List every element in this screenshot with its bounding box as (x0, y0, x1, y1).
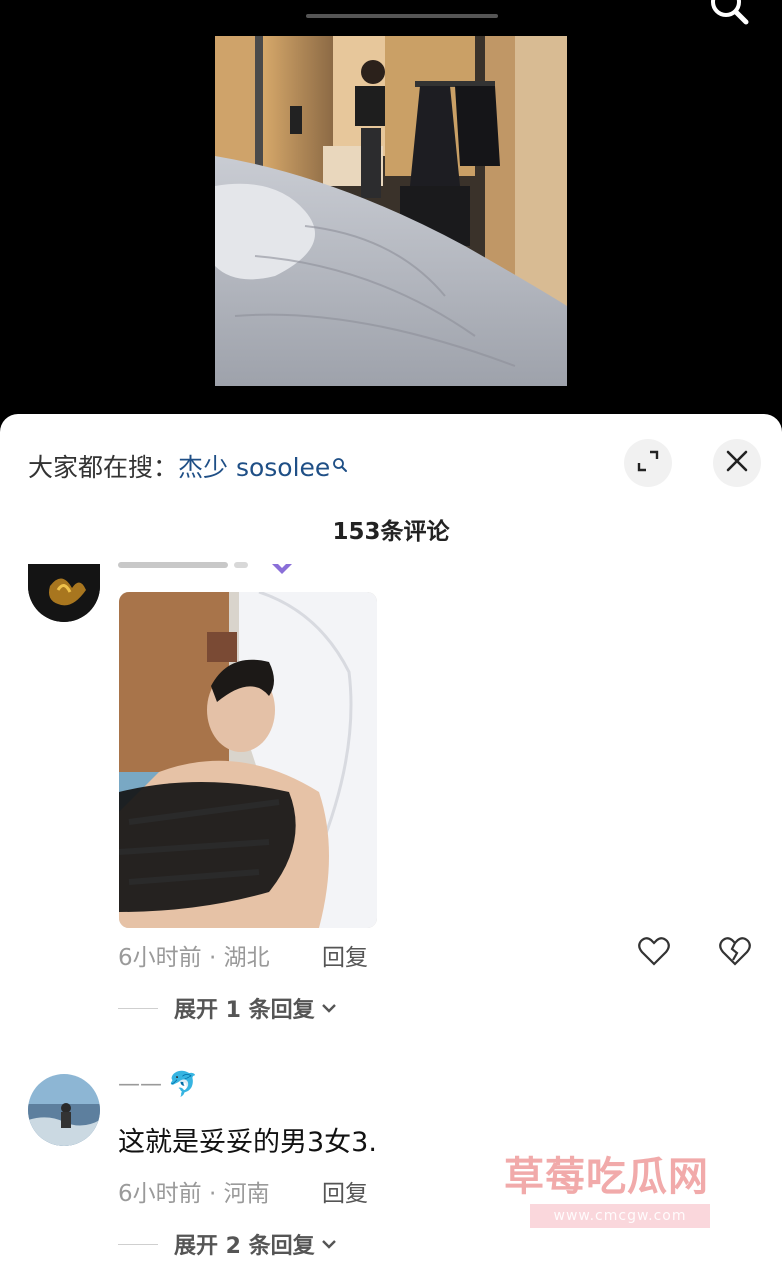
reply-button[interactable]: 回复 (322, 1174, 368, 1208)
search-keyword[interactable]: 杰少 sosolee (178, 453, 330, 482)
dolphin-emoji-icon: 🐬 (168, 1070, 198, 1098)
divider (118, 1243, 158, 1245)
expand-replies-button[interactable]: 展开 1 条回复 (118, 992, 337, 1024)
watermark-title: 草莓吃瓜网 (504, 1154, 709, 1200)
comment-sheet: 大家都在搜：杰少 sosolee 153条评论 6小时前 · 湖北 回复 展开 … (0, 414, 782, 1280)
expand-replies-button[interactable]: 展开 2 条回复 (118, 1228, 337, 1260)
comment-meta: 6小时前 · 河南 (118, 1181, 270, 1207)
watermark-url: www.cmcgw.com (530, 1204, 710, 1228)
comment-image[interactable] (119, 592, 377, 928)
chevron-down-icon (321, 999, 337, 1018)
video-frame[interactable] (215, 36, 567, 386)
avatar[interactable] (28, 1074, 100, 1146)
search-prefix: 大家都在搜： (28, 453, 179, 482)
close-button[interactable] (713, 439, 761, 487)
username-text: —— (118, 1071, 162, 1097)
chevron-down-icon (321, 1235, 337, 1254)
expand-icon (637, 450, 659, 476)
comment-count: 153条评论 (332, 519, 450, 545)
watermark: 草莓吃瓜网 www.cmcgw.com (504, 1144, 744, 1234)
screen: 大家都在搜：杰少 sosolee 153条评论 6小时前 · 湖北 回复 展开 … (0, 0, 782, 1280)
comment-text: 这就是妥妥的男3女3. (118, 1127, 377, 1158)
heart-icon[interactable] (637, 934, 671, 968)
search-mini-icon (332, 450, 348, 479)
comment-meta: 6小时前 · 湖北 (118, 945, 270, 971)
expand-replies-label: 展开 2 条回复 (174, 1234, 315, 1259)
avatar[interactable] (28, 564, 100, 622)
expand-button[interactable] (624, 439, 672, 487)
drag-handle[interactable] (306, 14, 498, 18)
username[interactable]: —— 🐬 (118, 1070, 198, 1098)
reply-button[interactable]: 回复 (322, 938, 368, 972)
search-suggestion[interactable]: 大家都在搜：杰少 sosolee (28, 448, 348, 484)
close-icon (725, 449, 749, 477)
divider (118, 1007, 158, 1009)
search-icon[interactable] (706, 0, 754, 30)
username-partial (118, 562, 298, 580)
broken-heart-icon[interactable] (718, 934, 752, 968)
expand-replies-label: 展开 1 条回复 (174, 998, 315, 1023)
